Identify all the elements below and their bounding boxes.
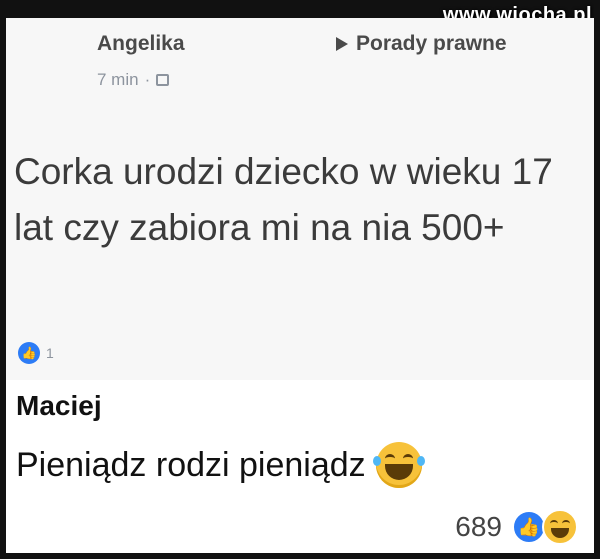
- post-header: Angelika 7 min · Porady prawne: [6, 18, 594, 118]
- comment-author[interactable]: Maciej: [16, 390, 102, 422]
- post-screenshot: Angelika 7 min · Porady prawne Corka uro…: [6, 18, 594, 553]
- post-text: Corka urodzi dziecko w wieku 17 lat czy …: [14, 151, 553, 248]
- comment-reactions[interactable]: 689 👍: [455, 509, 578, 545]
- haha-reaction-icon: [542, 509, 578, 545]
- laughing-emoji-icon: [372, 442, 425, 488]
- group-name: Porady prawne: [356, 32, 507, 55]
- post-author[interactable]: Angelika: [97, 32, 185, 56]
- comment-text: Pieniądz rodzi pieniądz: [16, 445, 366, 484]
- group-link[interactable]: Porady prawne: [336, 32, 507, 56]
- like-count: 1: [46, 345, 54, 361]
- reaction-count: 689: [455, 511, 502, 542]
- audience-icon: [156, 74, 170, 86]
- meta-separator: ·: [144, 70, 151, 89]
- post-meta: 7 min ·: [97, 70, 170, 90]
- arrow-right-icon: [336, 37, 348, 51]
- comment-body: Pieniądz rodzi pieniądz: [16, 442, 425, 488]
- post-reactions[interactable]: 👍 1: [18, 342, 54, 364]
- comment: Maciej Pieniądz rodzi pieniądz 689 👍: [6, 380, 594, 553]
- like-icon: 👍: [18, 342, 40, 364]
- like-reaction-icon: 👍: [512, 510, 546, 544]
- post-time[interactable]: 7 min: [97, 70, 139, 90]
